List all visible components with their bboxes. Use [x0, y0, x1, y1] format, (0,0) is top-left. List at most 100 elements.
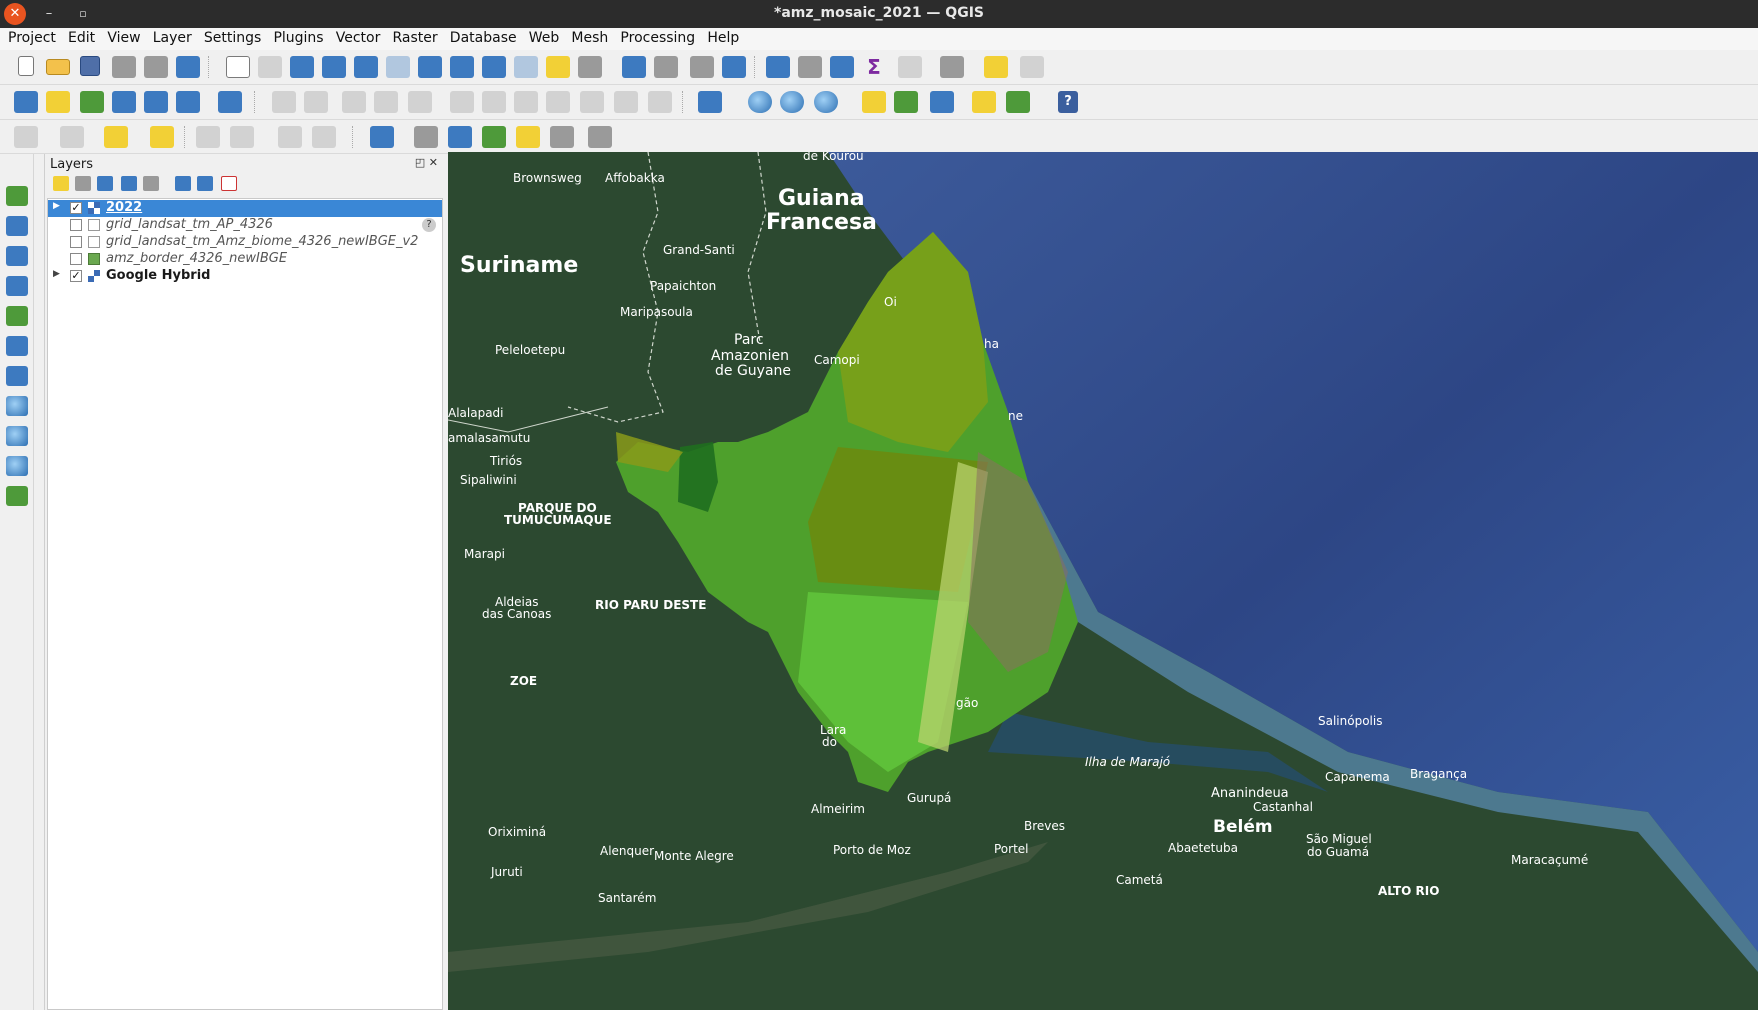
label-tool-icon[interactable] — [370, 126, 394, 148]
add-group-icon[interactable] — [75, 176, 91, 191]
add-vector-layer-icon[interactable] — [6, 186, 28, 206]
style-manager-icon[interactable] — [176, 56, 200, 78]
menu-vector[interactable]: Vector — [336, 28, 381, 46]
attribute-table-icon[interactable] — [898, 56, 922, 78]
toggle-editing-icon[interactable] — [272, 91, 296, 113]
modify-attributes-icon[interactable] — [450, 91, 474, 113]
open-data-source-manager-icon[interactable] — [14, 91, 38, 113]
menu-processing[interactable]: Processing — [620, 28, 695, 46]
add-spatialite-icon[interactable] — [6, 276, 28, 296]
new-geopackage-layer-icon[interactable] — [46, 91, 70, 113]
select-by-value-icon[interactable] — [60, 126, 84, 148]
measure-line-icon[interactable] — [940, 56, 964, 78]
filter-by-expression-icon[interactable] — [143, 176, 159, 191]
add-wms-icon[interactable] — [6, 396, 28, 416]
add-raster-layer-icon[interactable] — [176, 91, 200, 113]
add-oracle-icon[interactable] — [6, 366, 28, 386]
pan-to-selection-icon[interactable] — [258, 56, 282, 78]
identify-features-icon[interactable] — [766, 56, 790, 78]
processing-toolbox-icon[interactable] — [830, 56, 854, 78]
expand-all-icon[interactable] — [175, 176, 191, 191]
show-bookmarks-icon[interactable] — [654, 56, 678, 78]
add-delimited-text-icon[interactable] — [144, 91, 168, 113]
help-icon[interactable]: ? — [1058, 91, 1078, 113]
expand-arrow-icon[interactable]: ▶ — [53, 269, 60, 279]
cut-features-icon[interactable] — [514, 91, 538, 113]
db-manager-icon[interactable] — [698, 91, 722, 113]
statistical-summary-icon[interactable]: Σ — [862, 56, 886, 78]
add-wfs-layer-icon[interactable] — [780, 91, 804, 113]
zoom-to-selection-icon[interactable] — [386, 56, 410, 78]
current-edits-icon[interactable] — [304, 91, 328, 113]
vertex-tool-icon[interactable] — [408, 91, 432, 113]
layer-row[interactable]: grid_landsat_tm_AP_4326 ? — [48, 217, 442, 234]
menu-help[interactable]: Help — [707, 28, 739, 46]
zoom-next-icon[interactable] — [514, 56, 538, 78]
favorite-icon[interactable] — [516, 126, 540, 148]
print-layout-icon[interactable] — [144, 56, 168, 78]
add-virtual-layer-icon[interactable] — [218, 91, 242, 113]
layer-row[interactable]: ▶ ✓ 2022 — [48, 200, 442, 217]
new-3d-map-icon[interactable] — [578, 56, 602, 78]
menu-layer[interactable]: Layer — [153, 28, 192, 46]
merge-features-icon[interactable] — [312, 126, 336, 148]
layer-visibility-checkbox[interactable]: ✓ — [70, 270, 82, 282]
redo-icon[interactable] — [648, 91, 672, 113]
add-wcs-icon[interactable] — [6, 426, 28, 446]
add-mesh-layer-icon[interactable] — [6, 246, 28, 266]
zoom-in-icon[interactable] — [290, 56, 314, 78]
map-plugin-icon[interactable] — [1006, 91, 1030, 113]
manage-map-themes-icon[interactable] — [97, 176, 113, 191]
map-tips-icon[interactable] — [984, 56, 1008, 78]
undo-icon[interactable] — [614, 91, 638, 113]
pin-labels-icon[interactable] — [414, 126, 438, 148]
remove-layer-icon[interactable] — [221, 176, 237, 191]
save-project-icon[interactable] — [80, 56, 100, 76]
unavailable-layer-icon[interactable]: ? — [422, 218, 436, 232]
zoom-to-layer-icon[interactable] — [418, 56, 442, 78]
float-panel-icon[interactable]: ◰ — [415, 156, 425, 169]
save-as-icon[interactable] — [112, 56, 136, 78]
deselect-all-icon[interactable] — [104, 126, 128, 148]
bookmark-icon[interactable] — [622, 56, 646, 78]
annotation-type-icon[interactable] — [588, 126, 612, 148]
reload-plugin-icon[interactable] — [930, 91, 954, 113]
rotate-feature-icon[interactable] — [230, 126, 254, 148]
menu-mesh[interactable]: Mesh — [571, 28, 608, 46]
menu-raster[interactable]: Raster — [393, 28, 438, 46]
add-gps-layer-icon[interactable] — [6, 306, 28, 326]
filter-legend-icon[interactable] — [121, 176, 137, 191]
temporal-controller-icon[interactable] — [690, 56, 714, 78]
add-raster-icon[interactable] — [6, 216, 28, 236]
add-feature-icon[interactable] — [374, 91, 398, 113]
close-panel-icon[interactable]: ✕ — [429, 156, 438, 169]
layer-styling-icon[interactable] — [53, 176, 69, 191]
plugin-info-icon[interactable] — [894, 91, 918, 113]
python-console-icon[interactable] — [862, 91, 886, 113]
snapping-icon[interactable] — [482, 126, 506, 148]
layer-row[interactable]: amz_border_4326_newIBGE — [48, 251, 442, 268]
layer-visibility-checkbox[interactable]: ✓ — [70, 202, 82, 214]
pan-map-icon[interactable] — [226, 56, 250, 78]
menu-edit[interactable]: Edit — [68, 28, 95, 46]
new-shapefile-layer-icon[interactable] — [80, 91, 104, 113]
layer-row[interactable]: grid_landsat_tm_Amz_biome_4326_newIBGE_v… — [48, 234, 442, 251]
new-map-view-icon[interactable] — [546, 56, 570, 78]
metasearch-icon[interactable] — [814, 91, 838, 113]
text-annotation-icon[interactable] — [550, 126, 574, 148]
layer-visibility-checkbox[interactable] — [70, 219, 82, 231]
zoom-full-icon[interactable] — [354, 56, 378, 78]
new-project-icon[interactable] — [18, 56, 34, 76]
layer-row[interactable]: ▶ ✓ Google Hybrid — [48, 268, 442, 285]
zoom-last-icon[interactable] — [482, 56, 506, 78]
menu-database[interactable]: Database — [450, 28, 517, 46]
zoom-native-icon[interactable] — [450, 56, 474, 78]
digitize-icon[interactable] — [972, 91, 996, 113]
menu-web[interactable]: Web — [529, 28, 560, 46]
new-temporary-layer-icon[interactable] — [112, 91, 136, 113]
add-wfs-icon[interactable] — [6, 456, 28, 476]
expand-arrow-icon[interactable]: ▶ — [53, 201, 60, 211]
map-canvas[interactable]: de Kourou Brownsweg Affobakka Guiana Fra… — [448, 152, 1758, 1010]
menu-settings[interactable]: Settings — [204, 28, 261, 46]
menu-plugins[interactable]: Plugins — [273, 28, 323, 46]
